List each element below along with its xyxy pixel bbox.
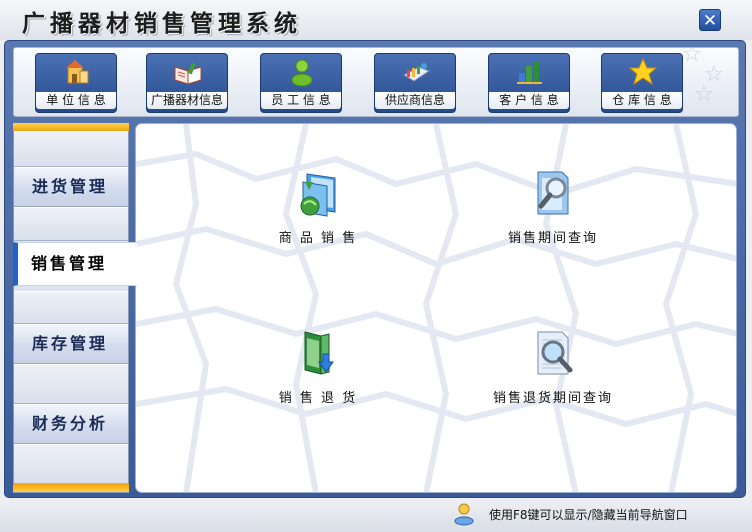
- decor-star-icon: ☆: [682, 47, 702, 67]
- sidebar-spacer: [14, 364, 128, 404]
- app-title: 广播器材销售管理系统: [22, 11, 302, 37]
- toolbar-button-employee-info[interactable]: 员 工 信 息: [260, 53, 342, 113]
- sidebar-spacer: [14, 131, 128, 167]
- search-document-icon: [528, 168, 578, 218]
- toolbar-button-supplier-info[interactable]: 供应商信息: [374, 53, 456, 113]
- return-icon: [293, 328, 343, 378]
- star-icon: [628, 57, 658, 87]
- function-label: 销售期间查询: [507, 231, 598, 246]
- sidebar-item-inventory[interactable]: 库存管理: [14, 324, 128, 364]
- sidebar-bottom-band: [13, 484, 129, 492]
- toolbar-button-label: 员 工 信 息: [261, 92, 341, 109]
- close-button[interactable]: ✕: [699, 9, 721, 31]
- function-sales-period-query[interactable]: 销售期间查询: [468, 168, 638, 260]
- toolbar-button-label: 单 位 信 息: [36, 92, 116, 109]
- customer-icon: [515, 57, 545, 87]
- sidebar-spacer: [14, 444, 128, 484]
- toolbar-button-label: 广播器材信息: [147, 92, 227, 109]
- sales-icon: [293, 168, 343, 218]
- sidebar-item-sales[interactable]: 销售管理: [13, 242, 137, 286]
- toolbar-button-equipment-info[interactable]: 广播器材信息: [146, 53, 228, 113]
- function-label: 商 品 销 售: [278, 231, 358, 246]
- toolbar-button-label: 客 户 信 息: [489, 92, 569, 109]
- book-icon: [173, 57, 203, 87]
- function-sales-return[interactable]: 销 售 退 货: [233, 328, 403, 420]
- decor-star-icon: ☆: [694, 82, 714, 107]
- search-document-icon: [528, 328, 578, 378]
- function-sales-return-period-query[interactable]: 销售退货期间查询: [468, 328, 638, 420]
- toolbar-button-label: 供应商信息: [375, 92, 455, 109]
- toolbar-button-customer-info[interactable]: 客 户 信 息: [488, 53, 570, 113]
- sidebar-item-purchase[interactable]: 进货管理: [14, 167, 128, 207]
- stone-background: [136, 124, 736, 492]
- sidebar-spacer: [14, 207, 128, 241]
- help-person-icon: [452, 502, 476, 526]
- toolbar: ☆ ☆ ☆ 单 位 信 息 广播器材信息 员 工 信 息 供应商信息 客 户 信…: [13, 47, 739, 117]
- function-label: 销 售 退 货: [278, 391, 358, 406]
- function-product-sales[interactable]: 商 品 销 售: [233, 168, 403, 260]
- toolbar-button-warehouse-info[interactable]: 仓 库 信 息: [601, 53, 683, 113]
- toolbar-button-label: 仓 库 信 息: [602, 92, 682, 109]
- building-icon: [62, 57, 92, 87]
- sidebar-spacer: [14, 291, 128, 324]
- supplier-icon: [401, 57, 431, 87]
- toolbar-button-unit-info[interactable]: 单 位 信 息: [35, 53, 117, 113]
- function-label: 销售退货期间查询: [492, 391, 613, 406]
- content-panel: 商 品 销 售 销售期间查询 销 售 退 货 销售退货期间查询: [135, 123, 737, 493]
- status-text: 使用F8键可以显示/隐藏当前导航窗口: [489, 508, 688, 522]
- sidebar-top-band: [13, 123, 129, 131]
- sidebar-item-finance[interactable]: 财务分析: [14, 404, 128, 444]
- person-icon: [287, 57, 317, 87]
